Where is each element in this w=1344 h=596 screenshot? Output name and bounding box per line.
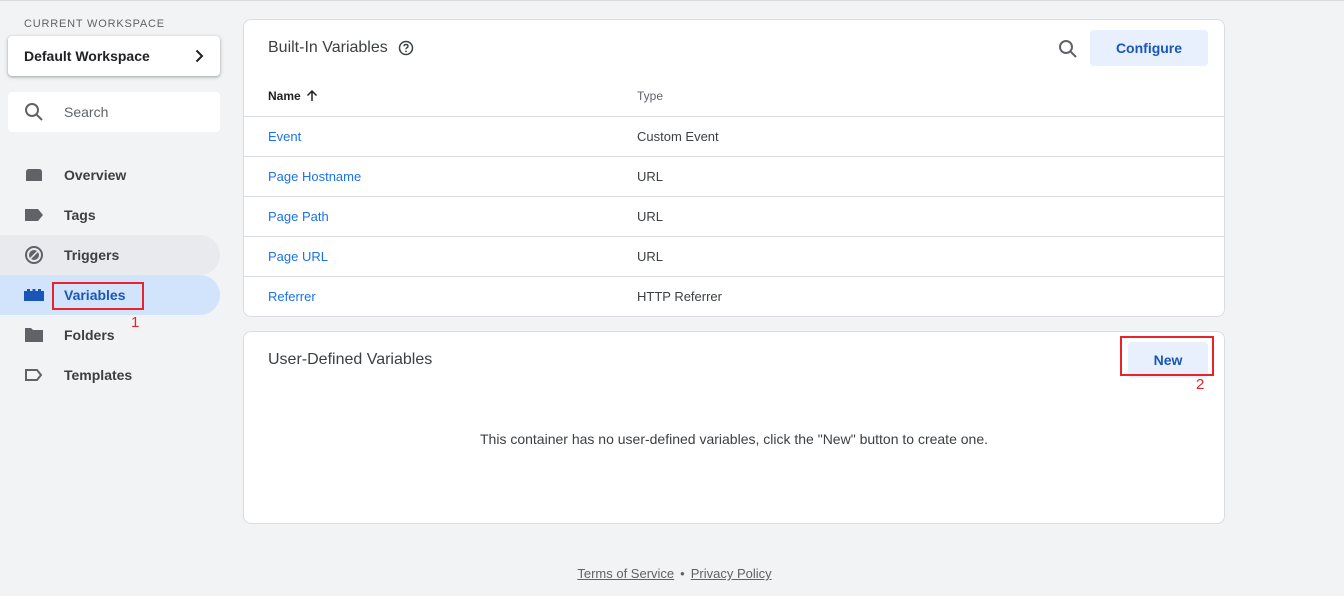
sidebar-nav: Overview Tags Triggers Variables Folders — [0, 155, 220, 395]
variable-name-link[interactable]: Referrer — [268, 289, 316, 304]
workspace-caption: CURRENT WORKSPACE — [24, 18, 165, 30]
sidebar-item-triggers[interactable]: Triggers — [0, 235, 220, 275]
annotation-highlight-new — [1120, 336, 1214, 376]
privacy-policy-link[interactable]: Privacy Policy — [691, 566, 772, 581]
trigger-icon — [24, 245, 44, 265]
annotation-number-1: 1 — [131, 314, 140, 331]
search-input[interactable] — [64, 104, 204, 120]
configure-button[interactable]: Configure — [1090, 30, 1208, 66]
variable-type: URL — [637, 249, 664, 264]
workspace-selector[interactable]: Default Workspace — [8, 36, 220, 76]
folder-icon — [24, 325, 44, 345]
chevron-right-icon — [195, 49, 204, 63]
terms-of-service-link[interactable]: Terms of Service — [577, 566, 674, 581]
table-row: Page URL URL — [244, 236, 1224, 276]
footer: Terms of Service • Privacy Policy — [0, 566, 1344, 581]
builtin-variables-title: Built-In Variables — [268, 39, 388, 56]
sidebar-item-templates[interactable]: Templates — [0, 355, 220, 395]
column-header-type: Type — [637, 89, 664, 103]
footer-separator: • — [680, 566, 685, 581]
empty-state-message: This container has no user-defined varia… — [480, 431, 988, 447]
workspace-name: Default Workspace — [24, 48, 150, 64]
variable-name-link[interactable]: Page Hostname — [268, 169, 361, 184]
variable-name-link[interactable]: Page URL — [268, 249, 328, 264]
table-row: Event Custom Event — [244, 116, 1224, 156]
search-icon[interactable] — [1056, 37, 1080, 61]
arrow-up-icon — [306, 89, 317, 101]
sidebar-item-label: Tags — [64, 207, 96, 223]
annotation-number-2: 2 — [1196, 376, 1205, 393]
variables-icon — [24, 285, 44, 305]
variable-type: Custom Event — [637, 129, 719, 144]
annotation-highlight-variables — [52, 282, 144, 310]
sidebar-item-tags[interactable]: Tags — [0, 195, 220, 235]
table-header: Name Type — [244, 76, 1224, 116]
sidebar-item-label: Triggers — [64, 247, 120, 263]
template-icon — [24, 365, 44, 385]
sidebar-item-label: Overview — [64, 167, 127, 183]
sidebar-item-label: Folders — [64, 327, 115, 343]
sidebar-search[interactable] — [8, 92, 220, 132]
variable-name-link[interactable]: Page Path — [268, 209, 329, 224]
overview-icon — [24, 165, 44, 185]
tag-icon — [24, 205, 44, 225]
column-header-name[interactable]: Name — [268, 89, 319, 103]
user-defined-variables-title: User-Defined Variables — [268, 351, 433, 368]
sidebar-item-label: Templates — [64, 367, 133, 383]
table-row: Page Path URL — [244, 196, 1224, 236]
variable-type: URL — [637, 209, 664, 224]
help-icon[interactable] — [398, 40, 414, 56]
builtin-variables-table: Event Custom Event Page Hostname URL Pag… — [244, 116, 1224, 316]
sidebar-item-folders[interactable]: Folders — [0, 315, 220, 355]
builtin-variables-card: Built-In Variables Configure Name Type E… — [243, 19, 1225, 317]
user-defined-variables-card: User-Defined Variables New This containe… — [243, 331, 1225, 524]
variable-type: HTTP Referrer — [637, 289, 722, 304]
table-row: Referrer HTTP Referrer — [244, 276, 1224, 316]
sidebar-item-overview[interactable]: Overview — [0, 155, 220, 195]
search-icon — [25, 103, 43, 121]
variable-name-link[interactable]: Event — [268, 129, 301, 144]
variable-type: URL — [637, 169, 664, 184]
table-row: Page Hostname URL — [244, 156, 1224, 196]
column-header-name-label: Name — [268, 89, 301, 103]
